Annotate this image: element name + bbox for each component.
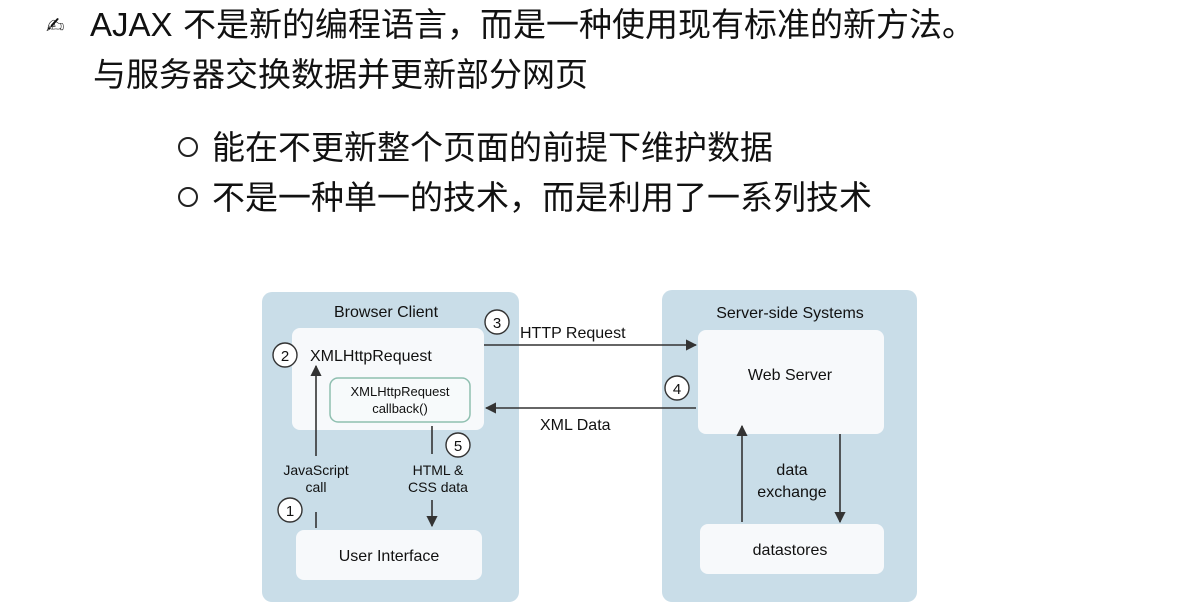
data-exchange-label-line1: data [776,462,807,479]
ajax-architecture-diagram: Browser Client Server-side Systems XMLHt… [262,290,917,602]
javascript-call-label-line2: call [305,479,326,495]
step-badge-5: 5 [445,432,471,458]
svg-text:2: 2 [281,348,289,365]
html-css-label-line2: CSS data [408,479,468,495]
svg-text:5: 5 [454,438,462,455]
svg-text:4: 4 [673,381,681,398]
html-css-label-line1: HTML & [413,462,464,478]
browser-client-title: Browser Client [334,304,439,321]
svg-text:3: 3 [493,315,501,332]
user-interface-label: User Interface [339,548,440,565]
step-badge-3: 3 [484,309,510,335]
svg-text:1: 1 [286,503,294,520]
xhr-label: XMLHttpRequest [310,348,432,365]
http-request-label: HTTP Request [520,325,626,342]
javascript-call-label-line1: JavaScript [283,462,348,478]
datastores-label: datastores [753,542,828,559]
web-server-label: Web Server [748,367,833,384]
callback-label-line2: callback() [372,401,428,416]
step-badge-1: 1 [277,497,303,523]
step-badge-2: 2 [272,342,298,368]
callback-label-line1: XMLHttpRequest [351,384,450,399]
xml-data-label: XML Data [540,417,611,434]
step-badge-4: 4 [664,375,690,401]
server-side-title: Server-side Systems [716,305,864,322]
data-exchange-label-line2: exchange [757,484,826,501]
